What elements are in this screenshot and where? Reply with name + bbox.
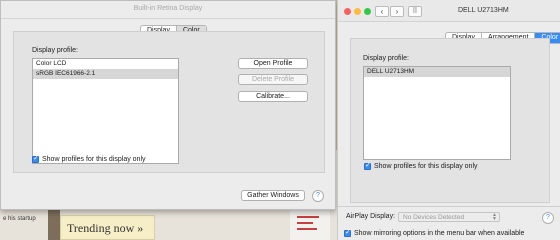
profile-item[interactable]: Color LCD [33,59,178,69]
show-all-grid-icon[interactable]: ⠿ [408,6,422,17]
window-titlebar[interactable]: ‹ › ⠿ DELL U2713HM [338,0,560,22]
display-profile-label: Display profile: [32,47,78,54]
minimize-icon[interactable] [354,8,361,15]
display-profile-label: Display profile: [363,55,409,62]
gather-windows-button[interactable]: Gather Windows [241,190,305,201]
trending-link[interactable]: Trending now » [60,215,155,240]
airplay-select-value: No Devices Detected [403,214,465,221]
dell-display-window: ‹ › ⠿ DELL U2713HM Display Arrangement C… [337,0,560,240]
background-side-text: e his startup [3,216,36,222]
mirroring-label: Show mirroring options in the menu bar w… [354,230,525,237]
background-doc-line [297,222,313,224]
color-panel: Display profile: Color LCD sRGB IEC61966… [13,31,325,173]
background-doc-line [297,228,317,230]
show-profiles-checkbox[interactable] [32,154,39,163]
airplay-label: AirPlay Display: [346,213,396,220]
section-divider [338,206,560,207]
profile-item-selected[interactable]: DELL U2713HM [364,67,510,77]
profile-list[interactable]: Color LCD sRGB IEC61966-2.1 [32,58,179,164]
window-title: DELL U2713HM [458,7,509,14]
profile-item-selected[interactable]: sRGB IEC61966-2.1 [33,69,178,79]
color-panel: Display profile: DELL U2713HM Show profi… [350,38,550,203]
window-title: Built-in Retina Display [133,5,203,12]
show-profiles-checkbox[interactable] [364,161,371,170]
window-titlebar[interactable]: Built-in Retina Display [1,1,335,19]
show-profiles-label: Show profiles for this display only [42,156,146,163]
background-doc-line [297,216,319,218]
airplay-select[interactable]: No Devices Detected ▲ ▼ [398,212,500,222]
profile-list[interactable]: DELL U2713HM [363,66,511,160]
zoom-icon[interactable] [364,8,371,15]
forward-arrow-icon[interactable]: › [390,6,404,17]
close-icon[interactable] [344,8,351,15]
delete-profile-button[interactable]: Delete Profile [238,74,308,85]
open-profile-button[interactable]: Open Profile [238,58,308,69]
help-button[interactable]: ? [312,190,324,202]
show-profiles-label: Show profiles for this display only [374,163,478,170]
back-arrow-icon[interactable]: ‹ [375,6,389,17]
updown-chevron-icon: ▲ ▼ [492,212,497,222]
built-in-display-window: Built-in Retina Display Display Color Di… [0,0,336,210]
mirroring-checkbox[interactable] [344,228,351,237]
calibrate-button[interactable]: Calibrate... [238,91,308,102]
help-button[interactable]: ? [542,212,554,224]
